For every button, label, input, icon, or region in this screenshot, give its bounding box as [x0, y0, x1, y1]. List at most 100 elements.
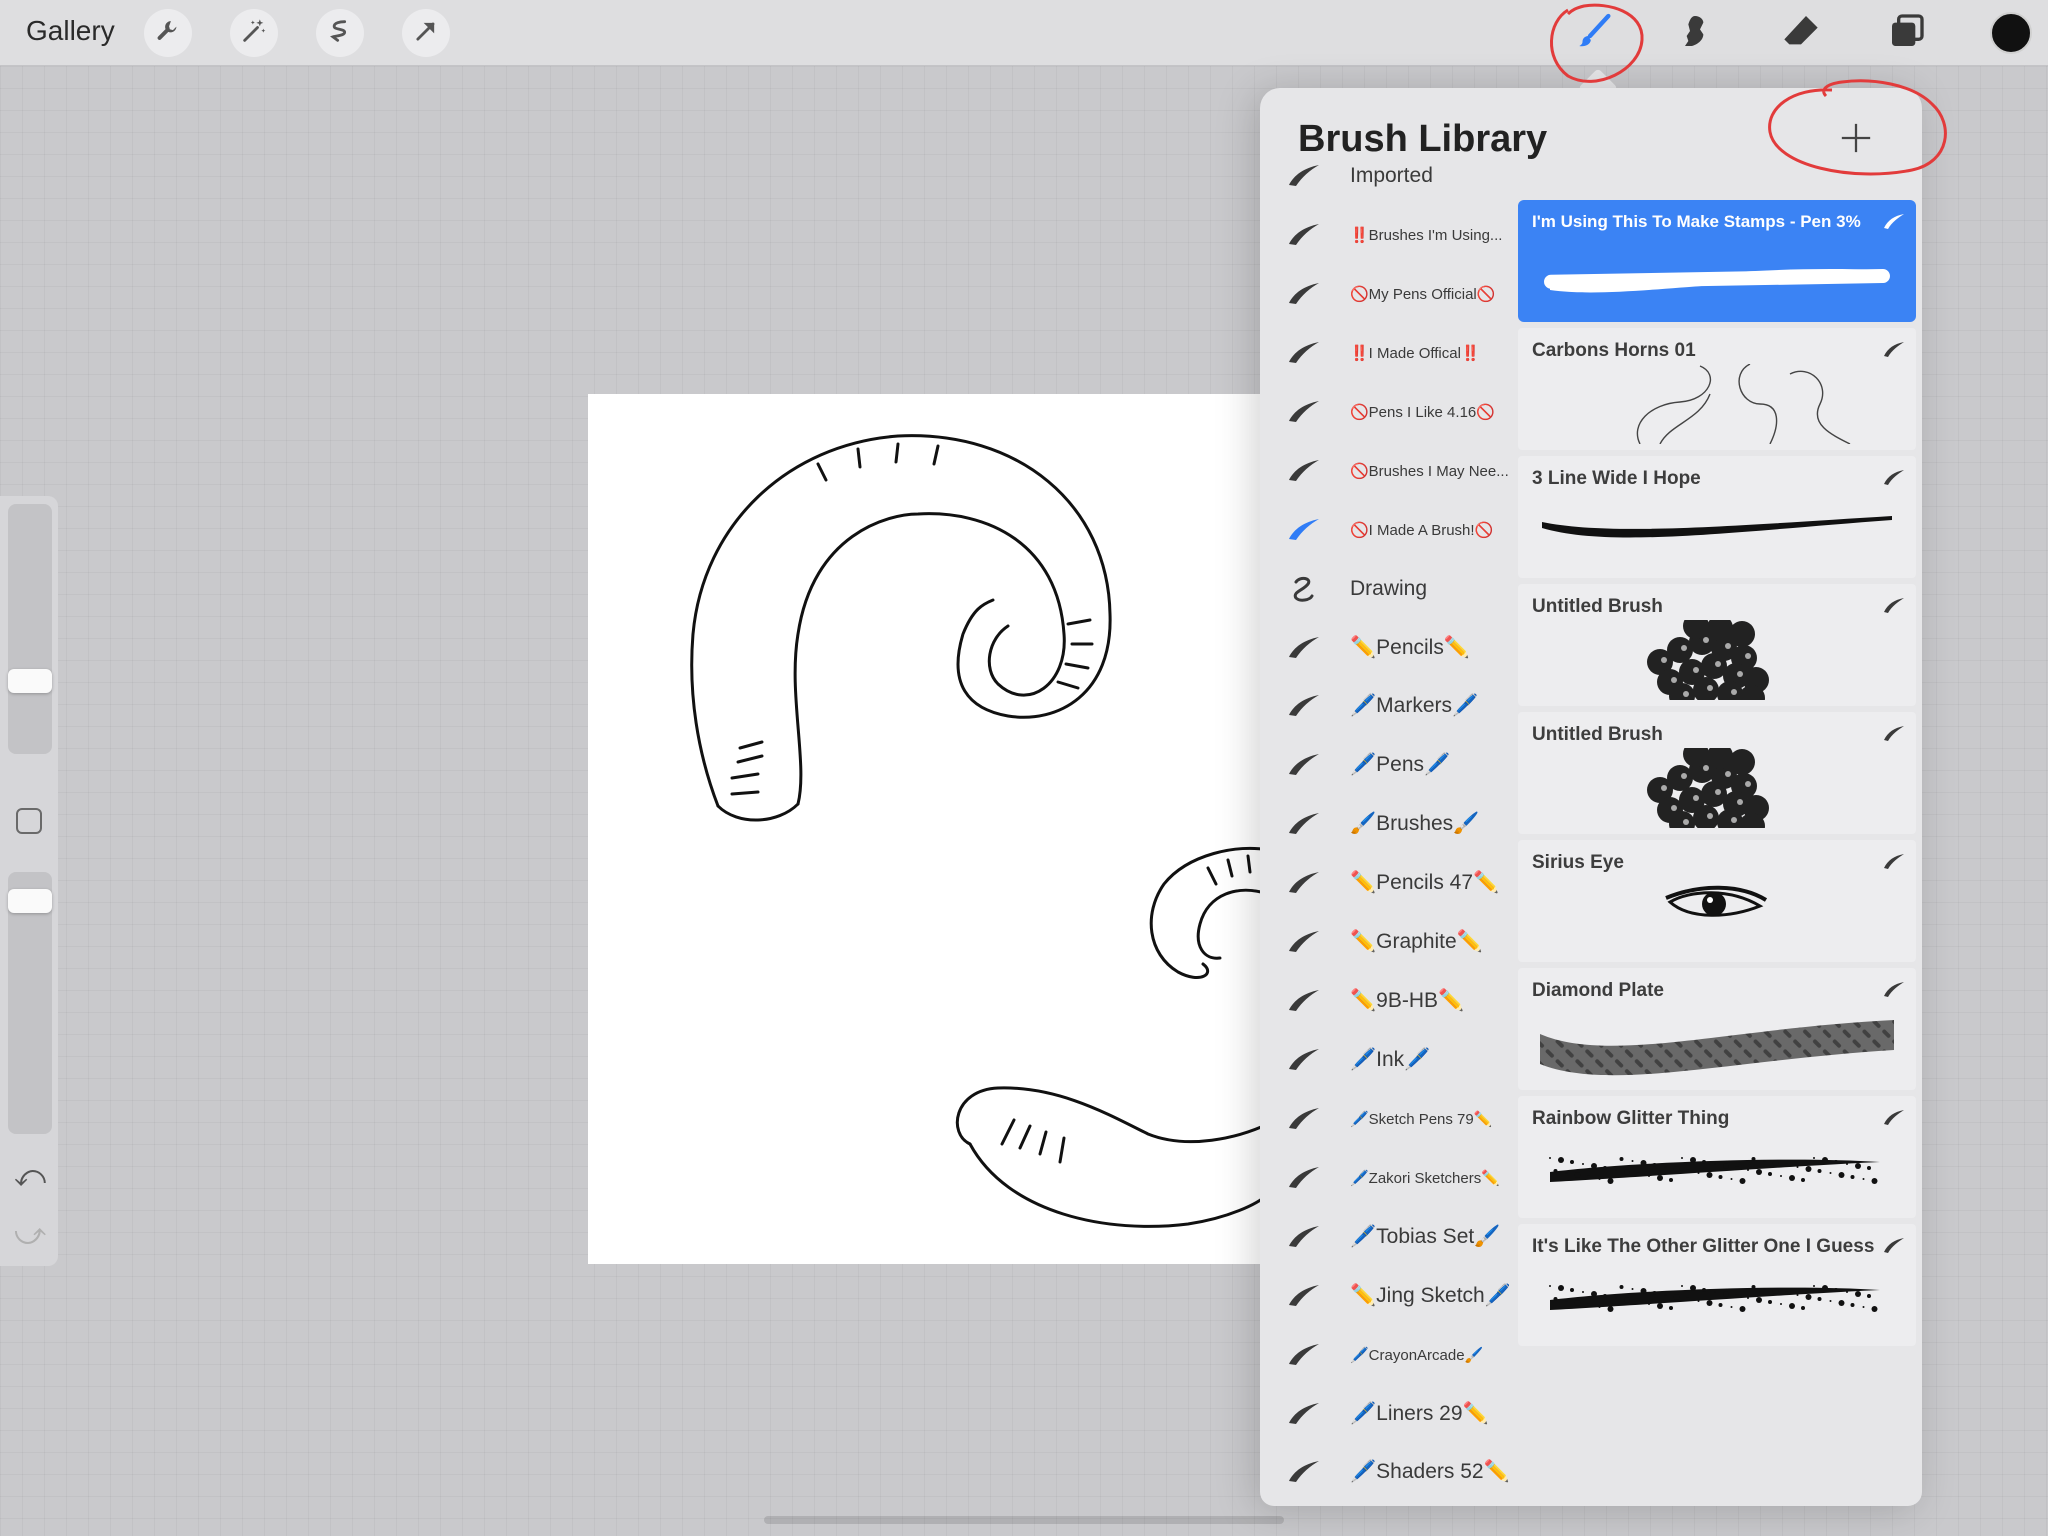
brush-card[interactable]: I'm Using This To Make Stamps - Pen 3% [1518, 200, 1916, 322]
smudge-tool-button[interactable] [1672, 10, 1718, 56]
top-toolbar: Gallery [0, 0, 2048, 66]
brush-library-panel: Brush Library Imported ‼️Brushes I'm Usin… [1260, 88, 1922, 1506]
brush-stroke-icon [1286, 750, 1322, 778]
brush-stroke-icon [1286, 691, 1322, 719]
opacity-thumb[interactable] [8, 888, 52, 913]
brush-set-item[interactable]: ✏️Graphite✏️ [1260, 913, 1520, 971]
brush-stroke-icon [1286, 1045, 1322, 1073]
brush-set-item[interactable]: 🖊️Pens🖊️ [1260, 736, 1520, 794]
brush-name: Diamond Plate [1532, 980, 1664, 1001]
selection-button[interactable] [316, 9, 364, 57]
brush-stroke-icon [1286, 1104, 1322, 1132]
brush-stroke-icon [1882, 1108, 1906, 1126]
brush-size-slider[interactable] [8, 504, 52, 754]
brush-stroke-icon [1286, 1457, 1322, 1485]
brush-set-label: 🖊️Zakori Sketchers✏️ [1350, 1170, 1500, 1187]
brush-set-item[interactable]: ‼️I Made Offical‼️ [1260, 324, 1520, 382]
redo-button[interactable]: ⤻ [14, 1218, 46, 1252]
brush-set-item[interactable]: Imported [1260, 147, 1520, 205]
eraser-icon [1781, 11, 1821, 56]
brush-card[interactable]: Carbons Horns 01 [1518, 328, 1916, 450]
brush-stroke-icon [1882, 468, 1906, 486]
brush-set-item[interactable]: 🖊️Tobias Set🖌️ [1260, 1208, 1520, 1266]
brush-set-item[interactable]: Drawing [1260, 560, 1520, 618]
brush-stroke-icon [1286, 338, 1322, 366]
brush-set-item[interactable]: 🖊️Markers🖊️ [1260, 677, 1520, 735]
brush-card[interactable]: Rainbow Glitter Thing [1518, 1096, 1916, 1218]
brush-set-item[interactable]: ✏️Jing Sketch🖊️ [1260, 1267, 1520, 1325]
brush-name: Untitled Brush [1532, 724, 1663, 745]
horn-drawings [690, 434, 1270, 1228]
brush-set-item[interactable]: 🖊️Sketch Pens 79✏️ [1260, 1090, 1520, 1148]
brush-set-item[interactable]: ✏️Pencils 47✏️ [1260, 854, 1520, 912]
home-indicator [764, 1516, 1284, 1524]
brush-set-item[interactable]: 🖊️CrayonArcade🖌️ [1260, 1326, 1520, 1384]
brush-set-item[interactable]: ✏️Pencils✏️ [1260, 619, 1520, 677]
brush-set-label: ✏️Graphite✏️ [1350, 930, 1483, 953]
brush-card[interactable]: 3 Line Wide I Hope [1518, 456, 1916, 578]
brush-card[interactable]: It's Like The Other Glitter One I Guess [1518, 1224, 1916, 1346]
brush-set-label: 🖊️CrayonArcade🖌️ [1350, 1347, 1484, 1364]
brush-stroke-icon [1286, 1281, 1322, 1309]
brush-name: Rainbow Glitter Thing [1532, 1108, 1730, 1129]
layers-button[interactable] [1884, 10, 1930, 56]
transform-button[interactable] [402, 9, 450, 57]
brush-set-label: ✏️Pencils✏️ [1350, 636, 1470, 659]
left-sidebar: ⤺ ⤻ [0, 496, 58, 1266]
brush-card[interactable]: Diamond Plate [1518, 968, 1916, 1090]
pen-stroke-preview [1530, 236, 1904, 316]
brush-card[interactable]: Sirius Eye [1518, 840, 1916, 962]
brush-set-label: 🖊️Sketch Pens 79✏️ [1350, 1111, 1493, 1128]
brush-set-item[interactable]: 🖊️Ink🖊️ [1260, 1031, 1520, 1089]
brush-set-item[interactable]: 🚫My Pens Official🚫 [1260, 265, 1520, 323]
brush-set-label: 🖊️Shaders 52✏️ [1350, 1460, 1510, 1483]
brush-card[interactable]: Untitled Brush [1518, 584, 1916, 711]
brush-set-item[interactable]: ‼️Brushes I'm Using... [1260, 206, 1520, 264]
color-picker-swatch[interactable] [1990, 12, 2032, 54]
brush-set-item[interactable]: 🖊️Liners 29✏️ [1260, 1385, 1520, 1443]
brush-set-label: 🖊️Markers🖊️ [1350, 694, 1479, 717]
brush-stroke-icon [1882, 724, 1906, 742]
drawing-set-icon [1286, 574, 1322, 602]
brush-stroke-icon [1882, 1236, 1906, 1254]
brush-tool-button[interactable] [1572, 10, 1618, 56]
gallery-button[interactable]: Gallery [26, 15, 115, 47]
brush-stroke-icon [1286, 927, 1322, 955]
brush-set-item[interactable]: 🖊️Shaders 52✏️ [1260, 1443, 1520, 1501]
brush-set-item[interactable]: 🖌️Brushes🖌️ [1260, 795, 1520, 853]
smudge-icon [1675, 11, 1715, 56]
brush-set-label: Imported [1350, 164, 1433, 187]
brush-size-thumb[interactable] [8, 668, 52, 693]
brush-set-label: 🖊️Pens🖊️ [1350, 753, 1451, 776]
brush-stroke-icon [1882, 852, 1906, 870]
brush-set-item[interactable]: 🚫Pens I Like 4.16🚫 [1260, 383, 1520, 441]
brush-name: Untitled Brush [1532, 596, 1663, 617]
brush-stroke-icon [1286, 809, 1322, 837]
modify-button[interactable] [16, 808, 42, 834]
add-brush-button[interactable] [1834, 118, 1878, 162]
brush-name: I'm Using This To Make Stamps - Pen 3% [1532, 212, 1861, 231]
brush-stroke-icon [1286, 1163, 1322, 1191]
brush-set-label: Drawing [1350, 577, 1428, 600]
brush-stroke-icon [1286, 986, 1322, 1014]
undo-icon: ⤺ [14, 1160, 47, 1193]
brush-set-item[interactable]: 🚫I Made A Brush!🚫 [1260, 501, 1520, 559]
brush-set-item[interactable]: ✏️9B-HB✏️ [1260, 972, 1520, 1030]
brush-set-item[interactable]: 🚫Brushes I May Nee... [1260, 442, 1520, 500]
brush-set-label: 🖊️Tobias Set🖌️ [1350, 1225, 1501, 1248]
brush-set-label: 🖊️Ink🖊️ [1350, 1048, 1431, 1071]
brush-set-item[interactable]: 🖊️Zakori Sketchers✏️ [1260, 1149, 1520, 1207]
brush-card[interactable]: Untitled Brush [1518, 712, 1916, 839]
actions-button[interactable] [144, 9, 192, 57]
eye-stamp-preview [1530, 876, 1904, 956]
tree-stamp-preview [1530, 613, 1904, 711]
undo-button[interactable]: ⤺ [14, 1160, 46, 1194]
eraser-tool-button[interactable] [1778, 10, 1824, 56]
drawing-canvas[interactable] [588, 394, 1270, 1264]
brush-set-label: 🖌️Brushes🖌️ [1350, 812, 1480, 835]
brush-stroke-icon [1286, 279, 1322, 307]
brush-name: It's Like The Other Glitter One I Guess [1532, 1236, 1875, 1257]
adjustments-button[interactable] [230, 9, 278, 57]
brush-stroke-icon [1882, 596, 1906, 614]
thick-stroke-preview [1530, 492, 1904, 572]
